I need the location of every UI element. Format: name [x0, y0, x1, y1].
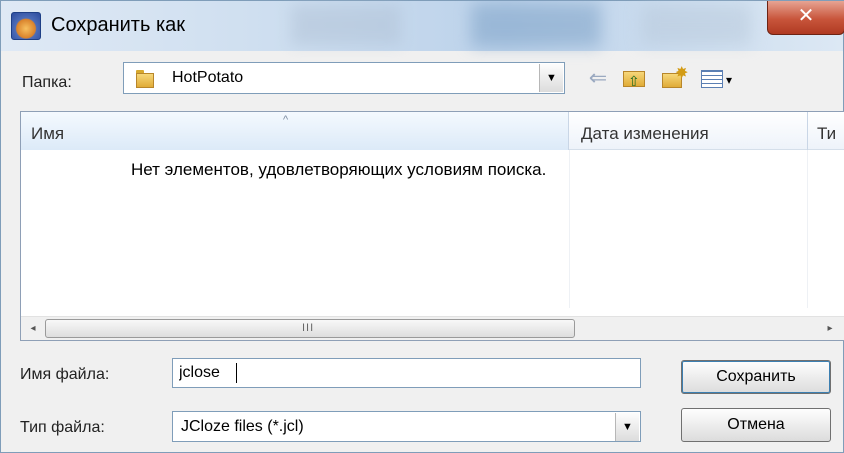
- folder-value: HotPotato: [172, 69, 244, 86]
- blurred-background: [641, 5, 751, 45]
- save-button[interactable]: Сохранить: [681, 360, 831, 394]
- file-list[interactable]: Имя ^ Дата изменения Ти Нет элементов, у…: [20, 111, 844, 341]
- column-header-date[interactable]: Дата изменения: [581, 124, 709, 144]
- column-type-label: Ти: [817, 124, 837, 143]
- window-title: Сохранить как: [51, 14, 186, 36]
- filename-label: Имя файла:: [20, 366, 110, 383]
- close-button[interactable]: ✕: [767, 1, 844, 35]
- folder-label: Папка:: [22, 74, 72, 91]
- scroll-right-icon[interactable]: ▸: [822, 320, 838, 338]
- view-menu-icon[interactable]: ▾: [699, 65, 743, 91]
- column-header-type[interactable]: Ти: [807, 112, 844, 150]
- scroll-thumb[interactable]: III: [45, 319, 575, 338]
- chevron-down-icon[interactable]: ▼: [615, 413, 639, 441]
- cancel-button[interactable]: Отмена: [681, 408, 831, 442]
- folder-icon: [134, 68, 154, 88]
- blurred-background: [471, 3, 601, 47]
- app-icon: [11, 12, 41, 40]
- save-as-dialog: Сохранить как ✕ Папка: HotPotato ▼ ⇐ ✸ ▾…: [0, 0, 844, 453]
- filetype-label: Тип файла:: [20, 419, 105, 436]
- filetype-select[interactable]: JCloze files (*.jcl) ▼: [172, 411, 641, 442]
- column-header-name[interactable]: Имя ^: [21, 112, 569, 150]
- back-arrow-icon[interactable]: ⇐: [584, 65, 612, 91]
- blurred-background: [291, 5, 401, 45]
- title-bar[interactable]: Сохранить как ✕: [1, 1, 844, 51]
- up-folder-icon[interactable]: [620, 65, 648, 94]
- column-divider: [807, 150, 808, 308]
- chevron-down-icon: ▾: [726, 73, 733, 87]
- empty-list-message: Нет элементов, удовлетворяющих условиям …: [131, 160, 547, 179]
- new-folder-icon[interactable]: ✸: [659, 65, 689, 91]
- filetype-value: JCloze files (*.jcl): [181, 418, 304, 435]
- list-header: Имя ^ Дата изменения Ти: [21, 112, 844, 150]
- chevron-down-icon[interactable]: ▼: [539, 64, 563, 92]
- horizontal-scrollbar[interactable]: ◂ III ▸: [21, 316, 844, 340]
- filename-input[interactable]: [172, 358, 641, 388]
- folder-select[interactable]: HotPotato ▼: [123, 62, 565, 94]
- grip-icon: III: [302, 322, 315, 334]
- column-divider: [569, 150, 570, 308]
- text-caret: [236, 363, 237, 383]
- scroll-left-icon[interactable]: ◂: [25, 320, 41, 338]
- sort-ascending-icon: ^: [283, 114, 289, 126]
- column-name-label: Имя: [31, 124, 65, 143]
